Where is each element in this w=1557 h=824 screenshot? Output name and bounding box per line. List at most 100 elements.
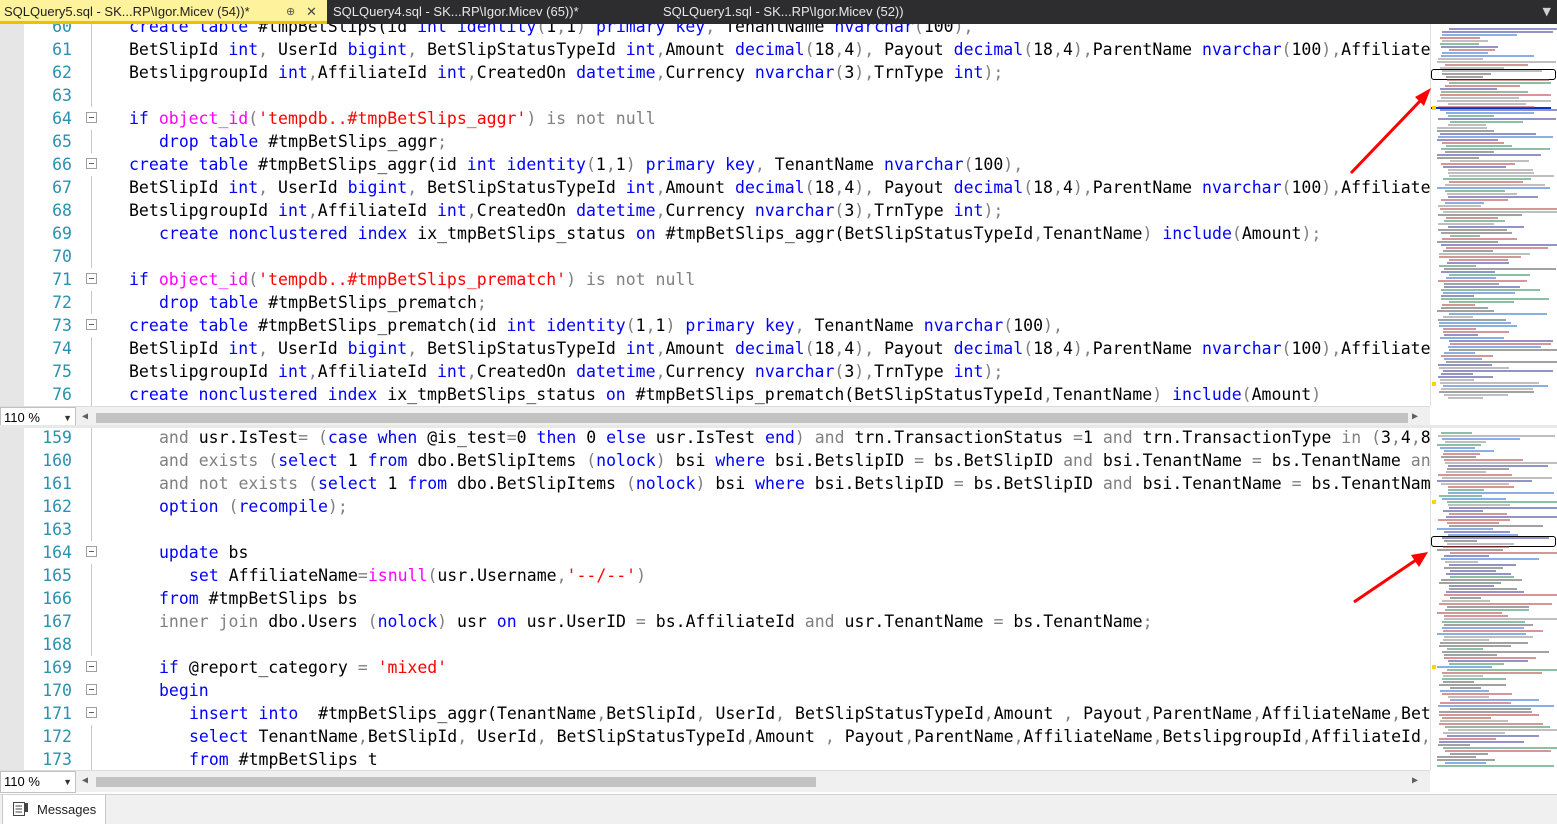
code-line[interactable]: 64 if object_id('tempdb..#tmpBetSlips_agg… bbox=[0, 107, 1430, 130]
code-line[interactable]: 164 update bs bbox=[0, 541, 1430, 564]
code-text[interactable]: create table #tmpBetSlips_aggr(id int id… bbox=[129, 153, 1023, 176]
code-line[interactable]: 65 drop table #tmpBetSlips_aggr; bbox=[0, 130, 1430, 153]
code-line[interactable]: 63 bbox=[0, 84, 1430, 107]
horizontal-scrollbar-thumb[interactable] bbox=[96, 777, 816, 787]
tab-sqlquery5[interactable]: SQLQuery5.sql - SK...RP\Igor.Micev (54))… bbox=[0, 0, 327, 24]
code-text[interactable]: from #tmpBetSlips bs bbox=[159, 587, 358, 610]
scroll-left-icon[interactable]: ◀ bbox=[82, 775, 88, 786]
code-line[interactable]: 161 and not exists (select 1 from dbo.Bet… bbox=[0, 472, 1430, 495]
code-line[interactable]: 67 BetSlipId int, UserId bigint, BetSlipS… bbox=[0, 176, 1430, 199]
editor-pane-bottom[interactable]: 159 and usr.IsTest= (case when @is_test=0… bbox=[0, 428, 1557, 770]
code-line[interactable]: 170 begin bbox=[0, 679, 1430, 702]
code-text[interactable]: create table #tmpBetSlips(id int identit… bbox=[129, 24, 974, 38]
code-text[interactable]: BetslipgroupId int,AffiliateId int,Creat… bbox=[129, 199, 1003, 222]
code-text[interactable]: BetslipgroupId int,AffiliateId int,Creat… bbox=[129, 360, 1003, 383]
pin-icon[interactable]: ⊕ bbox=[286, 0, 295, 21]
code-text[interactable]: BetslipgroupId int,AffiliateId int,Creat… bbox=[129, 61, 1003, 84]
code-line[interactable]: 167 inner join dbo.Users (nolock) usr on … bbox=[0, 610, 1430, 633]
code-line[interactable]: 75 BetslipgroupId int,AffiliateId int,Cre… bbox=[0, 360, 1430, 383]
collapse-icon[interactable] bbox=[86, 158, 97, 169]
horizontal-scrollbar-thumb[interactable] bbox=[96, 413, 1408, 423]
tab-list-dropdown-icon[interactable]: ▼ bbox=[1543, 0, 1551, 24]
collapse-icon[interactable] bbox=[86, 684, 97, 695]
code-text[interactable]: update bs bbox=[159, 541, 248, 564]
code-line[interactable]: 71 if object_id('tempdb..#tmpBetSlips_pre… bbox=[0, 268, 1430, 291]
code-line[interactable]: 165 set AffiliateName=isnull(usr.Username… bbox=[0, 564, 1430, 587]
code-line[interactable]: 159 and usr.IsTest= (case when @is_test=0… bbox=[0, 428, 1430, 449]
code-text[interactable]: drop table #tmpBetSlips_aggr; bbox=[159, 130, 447, 153]
code-line[interactable]: 62 BetslipgroupId int,AffiliateId int,Cre… bbox=[0, 61, 1430, 84]
collapse-icon[interactable] bbox=[86, 707, 97, 718]
code-line[interactable]: 74 BetSlipId int, UserId bigint, BetSlipS… bbox=[0, 337, 1430, 360]
code-token: if bbox=[129, 109, 159, 128]
code-text[interactable]: if object_id('tempdb..#tmpBetSlips_aggr'… bbox=[129, 107, 656, 130]
editor-pane-top[interactable]: 60 create table #tmpBetSlips(id int ident… bbox=[0, 24, 1557, 406]
code-line[interactable]: 66 create table #tmpBetSlips_aggr(id int … bbox=[0, 153, 1430, 176]
scroll-right-icon[interactable]: ▶ bbox=[1412, 775, 1418, 786]
code-text[interactable]: and exists (select 1 from dbo.BetSlipIte… bbox=[159, 449, 1430, 472]
code-token: else bbox=[606, 428, 656, 447]
code-text[interactable]: option (recompile); bbox=[159, 495, 348, 518]
code-token: = bbox=[506, 428, 517, 447]
minimap-code-row bbox=[1447, 262, 1509, 264]
code-text[interactable]: from #tmpBetSlips t bbox=[189, 748, 378, 770]
code-line[interactable]: 73 create table #tmpBetSlips_prematch(id … bbox=[0, 314, 1430, 337]
code-lines[interactable]: 159 and usr.IsTest= (case when @is_test=0… bbox=[0, 428, 1430, 770]
code-line[interactable]: 72 drop table #tmpBetSlips_prematch; bbox=[0, 291, 1430, 314]
code-text[interactable]: begin bbox=[159, 679, 209, 702]
tab-messages[interactable]: Messages bbox=[2, 795, 106, 824]
minimap-code-row bbox=[1442, 621, 1525, 623]
code-text[interactable]: if object_id('tempdb..#tmpBetSlips_prema… bbox=[129, 268, 695, 291]
code-line[interactable]: 171 insert into #tmpBetSlips_aggr(TenantN… bbox=[0, 702, 1430, 725]
code-text[interactable]: BetSlipId int, UserId bigint, BetSlipSta… bbox=[129, 337, 1430, 360]
outline-guide bbox=[91, 610, 92, 633]
code-text[interactable]: BetSlipId int, UserId bigint, BetSlipSta… bbox=[129, 38, 1430, 61]
code-text[interactable]: drop table #tmpBetSlips_prematch; bbox=[159, 291, 487, 314]
code-token: ), bbox=[1321, 178, 1342, 197]
code-line[interactable]: 69 create nonclustered index ix_tmpBetSli… bbox=[0, 222, 1430, 245]
collapse-icon[interactable] bbox=[86, 661, 97, 672]
minimap-scrollbar[interactable] bbox=[1430, 24, 1557, 406]
minimap-code-row bbox=[1450, 687, 1481, 689]
tab-sqlquery4[interactable]: SQLQuery4.sql - SK...RP\Igor.Micev (65))… bbox=[329, 0, 659, 24]
code-line[interactable]: 162 option (recompile); bbox=[0, 495, 1430, 518]
scroll-right-icon[interactable]: ▶ bbox=[1412, 411, 1418, 422]
collapse-icon[interactable] bbox=[86, 273, 97, 284]
code-text[interactable]: create nonclustered index ix_tmpBetSlips… bbox=[159, 222, 1321, 245]
collapse-icon[interactable] bbox=[86, 112, 97, 123]
minimap-code-row bbox=[1443, 639, 1489, 641]
code-line[interactable]: 160 and exists (select 1 from dbo.BetSlip… bbox=[0, 449, 1430, 472]
code-text[interactable]: set AffiliateName=isnull(usr.Username,'-… bbox=[189, 564, 646, 587]
code-text[interactable]: create table #tmpBetSlips_prematch(id in… bbox=[129, 314, 1063, 337]
zoom-level-dropdown[interactable]: 110 % ▼ bbox=[0, 771, 76, 793]
code-text[interactable]: select TenantName,BetSlipId, UserId, Bet… bbox=[189, 725, 1430, 748]
minimap-scrollbar[interactable] bbox=[1430, 428, 1557, 770]
code-text[interactable]: and not exists (select 1 from dbo.BetSli… bbox=[159, 472, 1430, 495]
code-text[interactable]: create nonclustered index ix_tmpBetSlips… bbox=[129, 383, 1321, 406]
code-line[interactable]: 168 bbox=[0, 633, 1430, 656]
code-text[interactable]: BetSlipId int, UserId bigint, BetSlipSta… bbox=[129, 176, 1430, 199]
code-line[interactable]: 68 BetslipgroupId int,AffiliateId int,Cre… bbox=[0, 199, 1430, 222]
code-line[interactable]: 166 from #tmpBetSlips bs bbox=[0, 587, 1430, 610]
code-token: insert into bbox=[189, 704, 309, 723]
code-line[interactable]: 172 select TenantName,BetSlipId, UserId, … bbox=[0, 725, 1430, 748]
code-line[interactable]: 169 if @report_category = 'mixed' bbox=[0, 656, 1430, 679]
collapse-icon[interactable] bbox=[86, 319, 97, 330]
code-line[interactable]: 173 from #tmpBetSlips t bbox=[0, 748, 1430, 770]
code-lines[interactable]: 60 create table #tmpBetSlips(id int ident… bbox=[0, 24, 1430, 406]
code-text[interactable]: insert into #tmpBetSlips_aggr(TenantName… bbox=[189, 702, 1430, 725]
code-line[interactable]: 61 BetSlipId int, UserId bigint, BetSlipS… bbox=[0, 38, 1430, 61]
line-number: 162 bbox=[42, 497, 72, 516]
code-token: end bbox=[765, 428, 795, 447]
tab-sqlquery1[interactable]: SQLQuery1.sql - SK...RP\Igor.Micev (52)) bbox=[659, 0, 981, 24]
code-text[interactable]: and usr.IsTest= (case when @is_test=0 th… bbox=[159, 428, 1430, 449]
code-line[interactable]: 60 create table #tmpBetSlips(id int ident… bbox=[0, 24, 1430, 38]
code-text[interactable]: inner join dbo.Users (nolock) usr on usr… bbox=[159, 610, 1153, 633]
collapse-icon[interactable] bbox=[86, 546, 97, 557]
close-icon[interactable]: ✕ bbox=[306, 0, 317, 21]
code-line[interactable]: 76 create nonclustered index ix_tmpBetSli… bbox=[0, 383, 1430, 406]
scroll-left-icon[interactable]: ◀ bbox=[82, 411, 88, 422]
code-line[interactable]: 163 bbox=[0, 518, 1430, 541]
code-text[interactable]: if @report_category = 'mixed' bbox=[159, 656, 447, 679]
code-line[interactable]: 70 bbox=[0, 245, 1430, 268]
